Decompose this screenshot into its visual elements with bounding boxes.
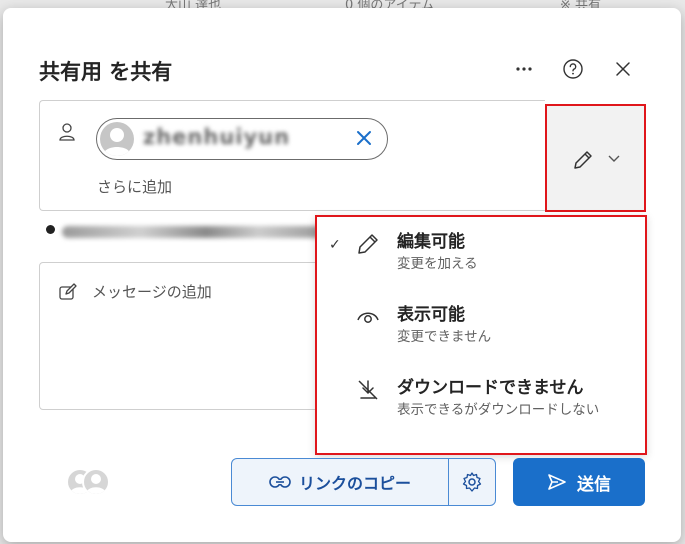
menu-item-title: 編集可能	[397, 232, 465, 252]
link-settings-button[interactable]	[448, 458, 496, 506]
link-icon	[269, 476, 291, 488]
menu-item-can-view[interactable]: 表示可能 変更できません	[317, 290, 645, 360]
pencil-icon	[358, 234, 378, 254]
help-button[interactable]	[560, 56, 586, 82]
person-icon	[59, 123, 75, 141]
menu-item-description: 表示できるがダウンロードしない	[397, 402, 600, 418]
redacted-info-text	[62, 226, 324, 238]
menu-item-title: ダウンロードできません	[397, 378, 584, 398]
dialog-title: 共有用 を共有	[39, 60, 173, 84]
send-button[interactable]: 送信	[513, 458, 645, 506]
checkmark-icon: ✓	[329, 237, 341, 253]
remove-recipient-icon[interactable]	[353, 127, 375, 149]
send-label: 送信	[577, 474, 611, 495]
close-button[interactable]	[610, 56, 636, 82]
message-placeholder: メッセージの追加	[92, 283, 212, 301]
chevron-down-icon	[608, 155, 620, 162]
pencil-icon	[574, 151, 592, 169]
gear-icon	[462, 472, 482, 492]
copy-link-button[interactable]: リンクのコピー	[231, 458, 449, 506]
avatar	[82, 468, 110, 496]
copy-link-label: リンクのコピー	[298, 474, 411, 493]
info-icon	[46, 225, 55, 234]
add-more-label[interactable]: さらに追加	[97, 176, 172, 197]
more-options-button[interactable]	[511, 56, 537, 82]
permission-menu: ✓ 編集可能 変更を加える 表示可能 変更できません ダウンロードできません 表…	[315, 215, 647, 455]
permission-dropdown-button[interactable]	[545, 104, 646, 212]
send-icon	[548, 474, 566, 490]
recipient-name: zhenhuiyun	[143, 125, 291, 149]
menu-item-description: 変更できません	[397, 329, 492, 345]
help-circle-icon	[563, 59, 583, 79]
close-icon	[616, 62, 630, 76]
menu-item-title: 表示可能	[397, 305, 465, 325]
menu-item-can-edit[interactable]: ✓ 編集可能 変更を加える	[317, 217, 645, 287]
recipient-chip[interactable]: zhenhuiyun	[96, 118, 388, 160]
edit-message-icon	[59, 283, 77, 300]
download-blocked-icon	[358, 380, 378, 400]
menu-item-description: 変更を加える	[397, 256, 478, 272]
avatar	[100, 122, 134, 156]
eye-icon	[357, 312, 379, 323]
more-horizontal-icon	[516, 67, 532, 71]
menu-item-no-download[interactable]: ダウンロードできません 表示できるがダウンロードしない	[317, 363, 645, 433]
shared-with-avatars[interactable]	[66, 468, 112, 496]
